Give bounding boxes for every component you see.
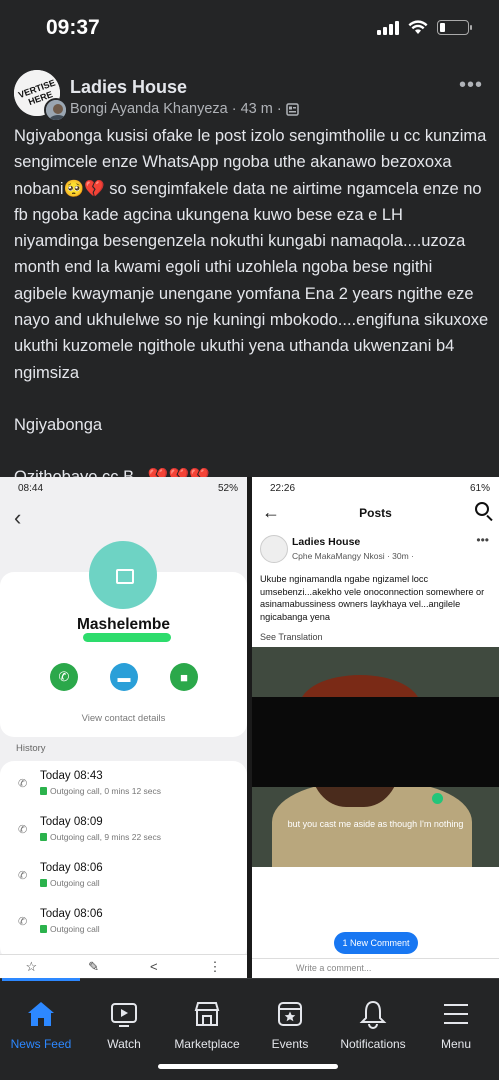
mini-toolbar: ☆ ✎ < ⋮ <box>0 954 247 978</box>
wifi-icon <box>408 20 428 34</box>
history-item: ✆ Today 08:43 Outgoing call, 0 mins 12 s… <box>0 761 247 807</box>
post-header: VERTISE HERE Ladies House Bongi Ayanda Kh… <box>14 68 489 124</box>
status-icons <box>377 20 472 35</box>
post-media[interactable]: 08:44 52% ‹ Mashelembe ✆ ▬ ■ View contac… <box>0 477 499 978</box>
history-detail: Outgoing call <box>40 878 100 888</box>
video-icon <box>111 1003 137 1027</box>
video-subtitle: but you cast me aside as though I'm noth… <box>287 819 464 829</box>
contact-actions: ✆ ▬ ■ <box>50 663 198 691</box>
battery-icon <box>437 20 472 35</box>
fb-post-meta: Cphe MakaMangy Nkosi · 30m · <box>292 551 414 561</box>
tab-label: Events <box>271 1037 309 1051</box>
phone-icon: ✆ <box>50 663 78 691</box>
mini-status-bar: 22:26 61% <box>252 477 499 499</box>
mini-status-time: 22:26 <box>270 482 296 494</box>
shop-icon <box>194 1002 220 1026</box>
history-detail-text: Outgoing call, 9 mins 22 secs <box>50 832 162 842</box>
write-comment-field: Write a comment... <box>252 958 499 978</box>
history-detail: Outgoing call, 9 mins 22 secs <box>40 832 161 842</box>
post-age[interactable]: 43 m <box>241 101 273 117</box>
tab-label: Watch <box>107 1037 141 1051</box>
more-vertical-icon: ⋮ <box>208 958 222 974</box>
history-time: Today 08:06 <box>40 908 103 920</box>
more-options-icon: ••• <box>476 533 489 547</box>
outgoing-call-icon: ✆ <box>18 916 28 928</box>
history-detail-text: Outgoing call <box>50 924 100 934</box>
status-bar: 09:37 <box>0 0 499 56</box>
fb-group-name: Ladies House <box>292 536 361 548</box>
post-meta: Bongi Ayanda Khanyeza · 43 m · <box>70 101 299 117</box>
calendar-star-icon <box>278 1002 302 1026</box>
view-contact-details: View contact details <box>81 713 166 724</box>
group-avatar <box>260 535 288 563</box>
history-item: ✆ Today 08:06 Outgoing call <box>0 853 247 899</box>
posts-title: Posts <box>359 506 392 520</box>
bell-icon <box>359 1000 387 1029</box>
post-body: Ngiyabonga kusisi ofake le post izolo se… <box>14 123 489 491</box>
posts-header: ← Posts <box>252 499 499 529</box>
group-name[interactable]: Ladies House <box>70 77 187 98</box>
history-time: Today 08:06 <box>40 862 103 874</box>
menu-icon <box>444 1004 468 1024</box>
tab-notifications[interactable]: Notifications <box>332 979 414 1059</box>
media-image-fb-post[interactable]: 22:26 61% ← Posts Ladies House Cphe Maka… <box>252 477 499 978</box>
post-paragraph: Ngiyabonga <box>14 415 103 434</box>
post-paragraph: Ngiyabonga kusisi ofake le post izolo se… <box>14 127 489 382</box>
tab-watch[interactable]: Watch <box>83 979 165 1059</box>
tab-news-feed[interactable]: News Feed <box>0 978 82 1059</box>
history-detail-text: Outgoing call <box>50 878 100 888</box>
tab-menu[interactable]: Menu <box>415 979 497 1059</box>
call-history-list: ✆ Today 08:43 Outgoing call, 0 mins 12 s… <box>0 761 247 961</box>
tab-label: News Feed <box>10 1037 72 1051</box>
mini-status-battery: 52% <box>217 482 238 494</box>
status-time: 09:37 <box>46 16 100 39</box>
history-time: Today 08:09 <box>40 816 103 828</box>
mini-status-battery: 61% <box>469 482 490 494</box>
new-comment-pill: 1 New Comment <box>334 932 418 954</box>
edit-icon: ✎ <box>88 958 99 974</box>
history-detail: Outgoing call, 0 mins 12 secs <box>40 786 161 796</box>
contact-avatar <box>89 541 157 609</box>
tab-label: Notifications <box>340 1037 406 1051</box>
active-tab-indicator <box>2 978 80 981</box>
tab-events[interactable]: Events <box>249 979 331 1059</box>
signal-icon <box>377 20 399 35</box>
tab-label: Marketplace <box>174 1037 240 1051</box>
marker-dot <box>432 793 443 804</box>
mini-status-bar: 08:44 52% <box>0 477 247 499</box>
home-indicator[interactable] <box>158 1064 338 1069</box>
see-translation: See Translation <box>260 632 323 642</box>
group-privacy-icon <box>285 102 299 116</box>
message-icon: ▬ <box>110 663 138 691</box>
media-image-call-history[interactable]: 08:44 52% ‹ Mashelembe ✆ ▬ ■ View contac… <box>0 477 247 978</box>
tab-marketplace[interactable]: Marketplace <box>166 979 248 1059</box>
history-item: ✆ Today 08:06 Outgoing call <box>0 899 247 945</box>
fb-post-header: Ladies House Cphe MakaMangy Nkosi · 30m … <box>260 533 495 569</box>
outgoing-call-icon: ✆ <box>18 824 28 836</box>
fb-post-text: Ukube nginamandla ngabe ngizamel locc um… <box>260 574 485 622</box>
meta-separator: · <box>276 101 282 117</box>
redaction-scribble <box>83 633 171 642</box>
star-icon: ☆ <box>25 958 38 974</box>
mini-status-time: 08:44 <box>18 482 44 494</box>
history-time: Today 08:43 <box>40 770 103 782</box>
history-detail: Outgoing call <box>40 924 100 934</box>
history-item: ✆ Today 08:09 Outgoing call, 9 mins 22 s… <box>0 807 247 853</box>
contact-name: Mashelembe <box>76 616 171 633</box>
video-call-icon: ■ <box>170 663 198 691</box>
outgoing-call-icon: ✆ <box>18 870 28 882</box>
author-avatar[interactable] <box>44 98 68 122</box>
outgoing-call-icon: ✆ <box>18 778 28 790</box>
back-arrow-icon: ‹ <box>14 505 22 530</box>
share-icon: < <box>149 959 158 974</box>
more-options-icon[interactable]: ••• <box>459 74 483 97</box>
video-frame-dark <box>252 697 499 787</box>
tab-label: Menu <box>440 1037 472 1051</box>
search-icon <box>475 502 489 516</box>
author-name[interactable]: Bongi Ayanda Khanyeza <box>70 101 228 117</box>
history-detail-text: Outgoing call, 0 mins 12 secs <box>50 786 162 796</box>
history-label: History <box>16 743 46 754</box>
home-icon <box>28 1002 54 1026</box>
meta-separator: · <box>231 101 237 117</box>
